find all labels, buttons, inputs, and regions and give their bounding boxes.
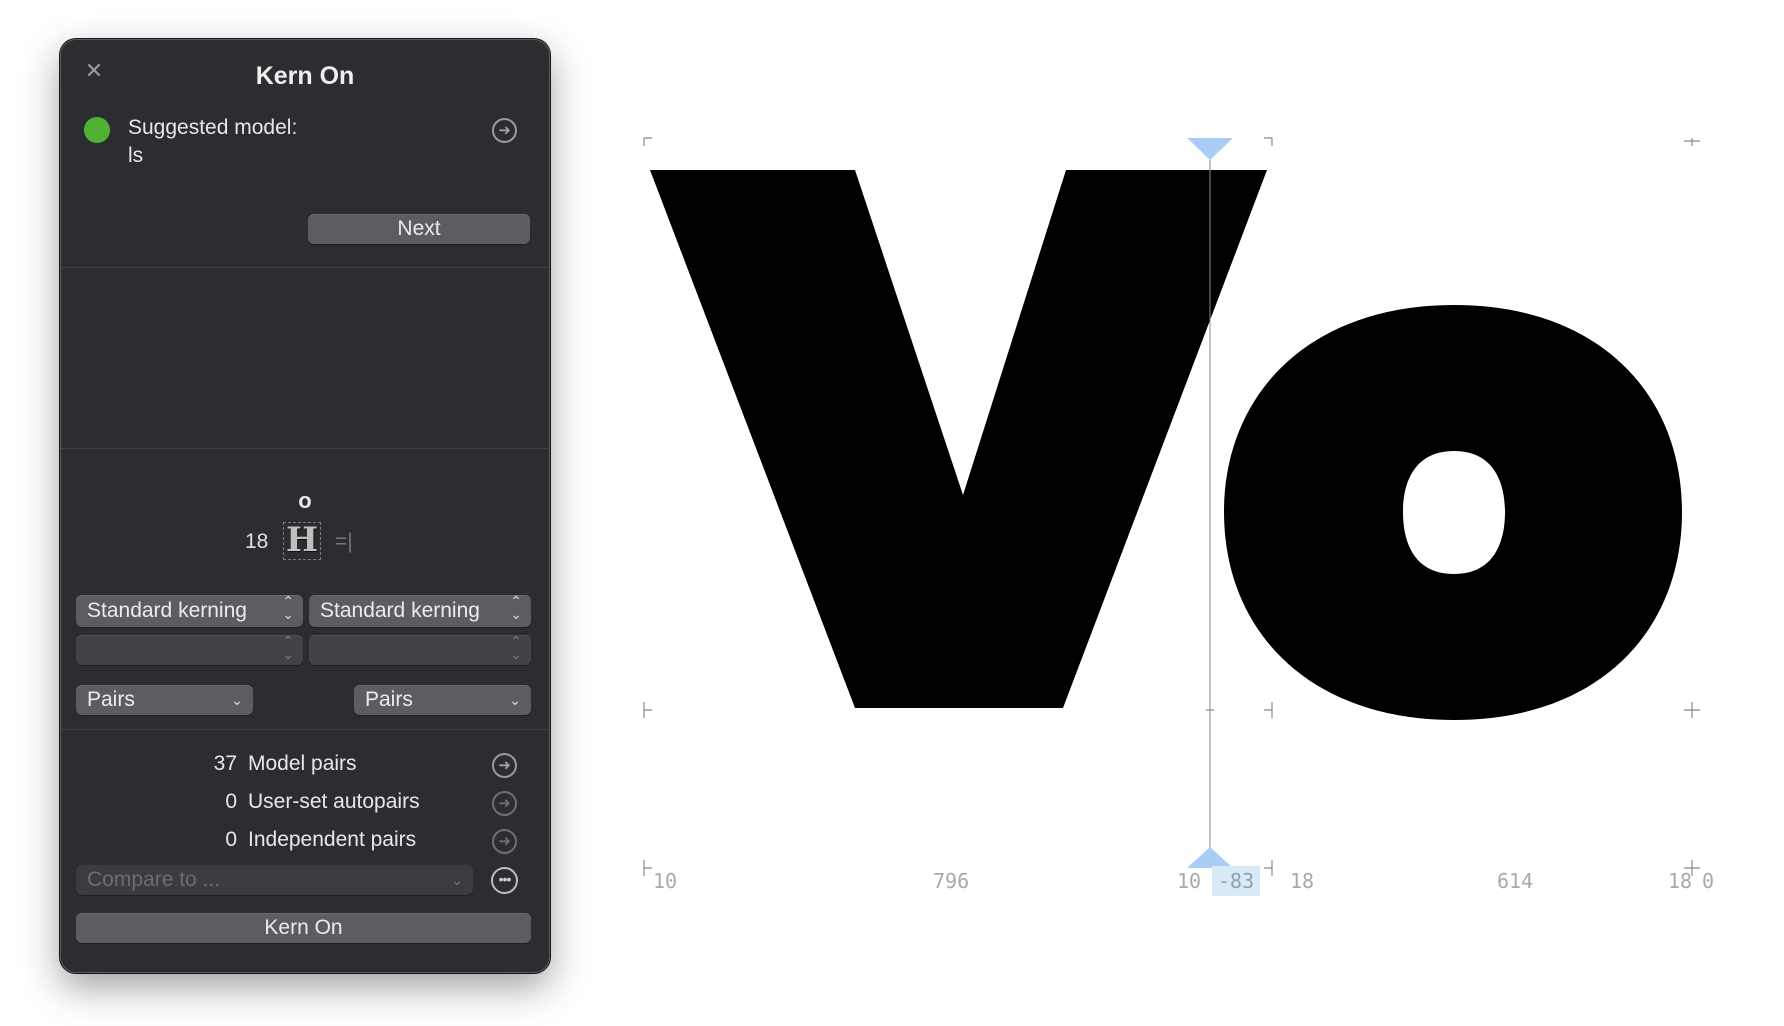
model-pairs-count: 37: [213, 752, 237, 775]
metric-v-left-sidebearing[interactable]: 10: [653, 869, 677, 893]
user-set-autopairs-count: 0: [225, 790, 237, 813]
suggested-model-value: ls: [128, 144, 144, 167]
empty-select-left[interactable]: ⌃ ⌄: [76, 633, 303, 665]
glyph-preview: [643, 137, 1700, 876]
metric-o-right-sidebearing[interactable]: 18: [1668, 869, 1692, 893]
chevron-down-icon: ⌄: [451, 872, 463, 888]
empty-select-right[interactable]: ⌃ ⌄: [309, 633, 531, 665]
independent-pairs-label: Independent pairs: [248, 828, 417, 851]
divider: [61, 448, 549, 449]
metric-o-width: 614: [1497, 869, 1534, 893]
metric-end-kern[interactable]: 0: [1702, 869, 1714, 893]
glyph-V: [650, 170, 1267, 708]
pairs-dropdown-right-value: Pairs: [365, 688, 413, 711]
pair-suffix: =|: [335, 530, 353, 553]
compare-to-placeholder: Compare to ...: [87, 868, 221, 891]
compare-to-dropdown[interactable]: Compare to ... ⌄: [76, 865, 473, 895]
pair-left-glyph[interactable]: H: [283, 522, 321, 560]
kern-marker-top-icon: [1187, 138, 1233, 160]
pairs-dropdown-right[interactable]: Pairs ⌄: [354, 685, 531, 715]
kerning-select-left[interactable]: Standard kerning ⌃ ⌄: [76, 593, 303, 627]
independent-pairs-arrow-icon[interactable]: ➜: [492, 829, 517, 854]
kerning-select-right-value: Standard kerning: [320, 599, 480, 622]
kern-on-panel: ✕ Kern On Suggested model: ls ➜ Next o 1…: [60, 39, 550, 973]
glyph-canvas[interactable]: 10 796 10 -83 18 614 18 0: [560, 0, 1784, 1026]
status-indicator: [84, 117, 110, 143]
metric-o-left-sidebearing[interactable]: 18: [1290, 869, 1314, 893]
metric-kern-value[interactable]: -83: [1212, 866, 1261, 896]
updown-chevron-icon: ⌃ ⌄: [282, 593, 294, 622]
model-pairs-arrow-icon[interactable]: ➜: [492, 753, 517, 778]
kern-marker-bottom-icon: [1187, 847, 1233, 868]
glyph-o: [1224, 305, 1682, 720]
next-button[interactable]: Next: [308, 214, 530, 244]
kerning-select-right[interactable]: Standard kerning ⌃ ⌄: [309, 593, 531, 627]
more-options-icon[interactable]: •••: [491, 867, 518, 894]
kerning-select-left-value: Standard kerning: [87, 599, 247, 622]
suggested-model-label: Suggested model:: [128, 116, 298, 139]
panel-title: Kern On: [255, 62, 355, 90]
independent-pairs-count: 0: [225, 828, 237, 851]
updown-chevron-icon: ⌃ ⌄: [282, 633, 294, 662]
metric-v-right-sidebearing[interactable]: 10: [1177, 869, 1201, 893]
chevron-down-icon: ⌄: [231, 692, 243, 708]
model-pairs-label: Model pairs: [248, 752, 357, 775]
pairs-dropdown-left-value: Pairs: [87, 688, 135, 711]
pair-kern-value: 18: [245, 530, 269, 553]
go-to-suggested-arrow-icon[interactable]: ➜: [492, 118, 517, 143]
user-set-autopairs-label: User-set autopairs: [248, 790, 420, 813]
chevron-down-icon: ⌄: [509, 692, 521, 708]
kern-on-button[interactable]: Kern On: [76, 913, 531, 943]
metric-v-width: 796: [933, 869, 970, 893]
pair-right-glyph: o: [298, 488, 312, 513]
updown-chevron-icon: ⌃ ⌄: [510, 593, 522, 622]
divider: [61, 729, 549, 730]
updown-chevron-icon: ⌃ ⌄: [510, 633, 522, 662]
empty-preview-area: [61, 268, 549, 448]
user-set-autopairs-arrow-icon[interactable]: ➜: [492, 791, 517, 816]
pairs-dropdown-left[interactable]: Pairs ⌄: [76, 685, 253, 715]
